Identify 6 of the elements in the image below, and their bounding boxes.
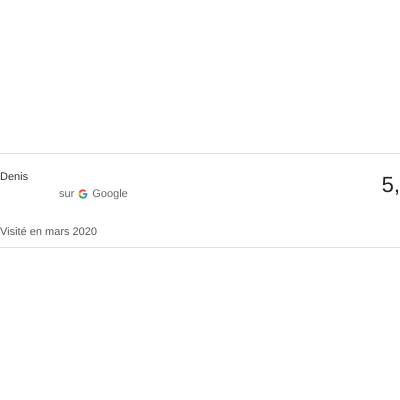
google-logo-icon — [78, 189, 88, 200]
visit-date: Visité en mars 2020 — [0, 224, 98, 240]
author-name: Denis — [0, 171, 30, 184]
rating-value: 5, — [382, 172, 400, 199]
source-label: sur — [59, 187, 74, 202]
source-name: Google — [92, 187, 128, 202]
